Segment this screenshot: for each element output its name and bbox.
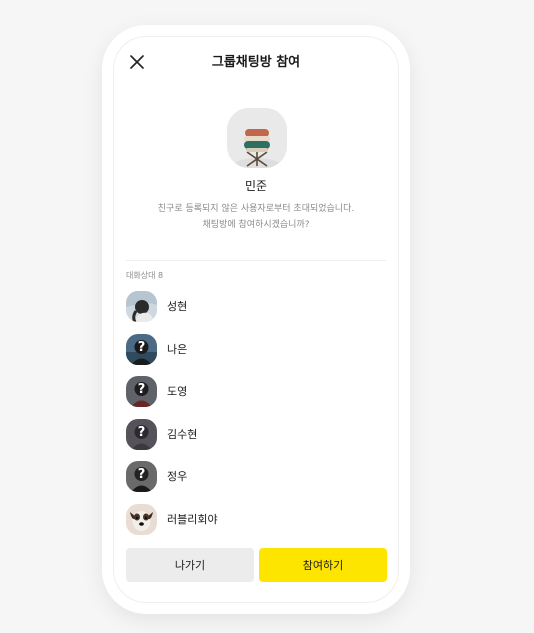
page-title: 그룹채팅방 참여 (211, 55, 301, 70)
invite-description: 친구로 등록되지 않은 사용자로부터 초대되었습니다. (157, 204, 355, 214)
question-mark-icon: ? (137, 382, 146, 398)
invite-question: 채팅방에 참여하시겠습니까? (202, 220, 310, 230)
avatar (126, 291, 157, 322)
join-button[interactable]: 참여하기 (259, 548, 387, 582)
phone-frame: 그룹채팅방 참여 민준 친구로 등록되지 않은 사용자로부터 초대되었습니다. … (102, 25, 410, 614)
invite-screen: 그룹채팅방 참여 민준 친구로 등록되지 않은 사용자로부터 초대되었습니다. … (114, 37, 398, 602)
unknown-person-avatar: ? (126, 376, 157, 408)
member-name: 성현 (167, 300, 188, 313)
list-item[interactable]: ? 나은 (126, 332, 386, 375)
member-count-label: 대화상대 8 (126, 271, 164, 280)
list-item[interactable]: 러블리회야 (126, 502, 386, 545)
dog-avatar (126, 503, 157, 535)
divider (126, 260, 386, 261)
inviter-avatar (227, 108, 287, 168)
member-name: 나은 (167, 342, 188, 356)
question-mark-icon: ? (137, 467, 146, 483)
member-name: 러블리회야 (167, 512, 218, 526)
member-list: 성현 ? 나은 ? 도영 ? 김수현 ? 정우 러블리회야 (126, 289, 386, 545)
list-item[interactable]: ? 김수현 (126, 417, 386, 460)
unknown-person-avatar: ? (126, 333, 157, 365)
inviter-name: 민준 (244, 179, 268, 193)
list-item[interactable]: ? 도영 (126, 374, 386, 417)
list-item[interactable]: ? 정우 (126, 459, 386, 502)
unknown-person-avatar: ? (126, 461, 157, 493)
question-mark-icon: ? (137, 339, 146, 355)
question-mark-icon: ? (137, 424, 146, 440)
member-name: 김수현 (167, 427, 198, 441)
member-name: 정우 (167, 470, 188, 484)
unknown-person-avatar: ? (126, 418, 157, 450)
list-item[interactable]: 성현 (126, 289, 386, 332)
header: 그룹채팅방 참여 (114, 37, 398, 85)
leave-button[interactable]: 나가기 (126, 548, 254, 582)
member-name: 도영 (167, 385, 188, 399)
